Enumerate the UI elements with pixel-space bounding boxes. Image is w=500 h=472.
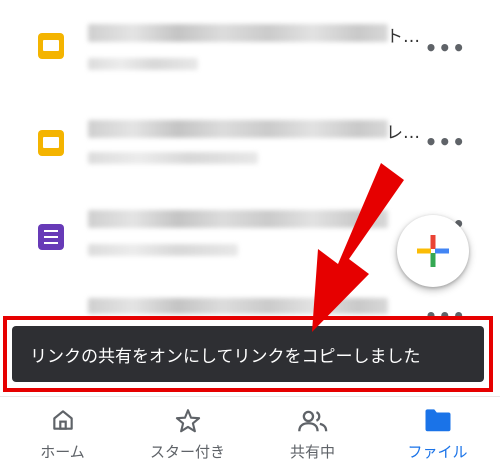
file-title-blurred	[88, 120, 388, 138]
star-icon	[175, 409, 200, 433]
file-title-blurred	[88, 210, 388, 228]
plus-icon	[417, 235, 449, 267]
nav-shared[interactable]: 共有中	[250, 397, 375, 472]
slides-icon	[38, 33, 64, 59]
file-subtitle-blurred	[88, 244, 238, 256]
highlight-frame: リンクの共有をオンにしてリンクをコピーしました	[3, 316, 493, 392]
bottom-navigation: ホーム スター付き 共有中 ファイル	[0, 396, 500, 472]
nav-home-label: ホーム	[40, 443, 85, 461]
file-row[interactable]: •••	[0, 282, 500, 328]
forms-icon	[38, 224, 64, 250]
nav-files-label: ファイル	[407, 443, 468, 461]
file-row[interactable]: ト… •••	[0, 0, 500, 92]
slides-icon	[38, 130, 64, 156]
more-options-icon[interactable]: •••	[425, 130, 466, 154]
file-title-tail: ト…	[386, 27, 420, 47]
file-title-tail: レ…	[386, 123, 420, 143]
snackbar-message: リンクの共有をオンにしてリンクをコピーしました	[30, 346, 421, 367]
nav-starred[interactable]: スター付き	[125, 397, 250, 472]
file-row[interactable]: レ… •••	[0, 94, 500, 186]
nav-starred-label: スター付き	[149, 443, 225, 461]
folder-icon	[425, 409, 450, 432]
file-subtitle-blurred	[88, 58, 198, 70]
more-options-icon[interactable]: •••	[425, 36, 466, 60]
create-new-button[interactable]	[397, 215, 469, 287]
file-title-blurred	[88, 24, 388, 42]
people-icon	[297, 410, 327, 432]
nav-files[interactable]: ファイル	[375, 397, 500, 472]
file-subtitle-blurred	[88, 152, 258, 164]
snackbar: リンクの共有をオンにしてリンクをコピーしました	[12, 326, 484, 382]
nav-home[interactable]: ホーム	[0, 397, 125, 472]
home-icon	[52, 410, 73, 430]
nav-shared-label: 共有中	[289, 443, 335, 461]
file-title-blurred	[88, 298, 388, 314]
